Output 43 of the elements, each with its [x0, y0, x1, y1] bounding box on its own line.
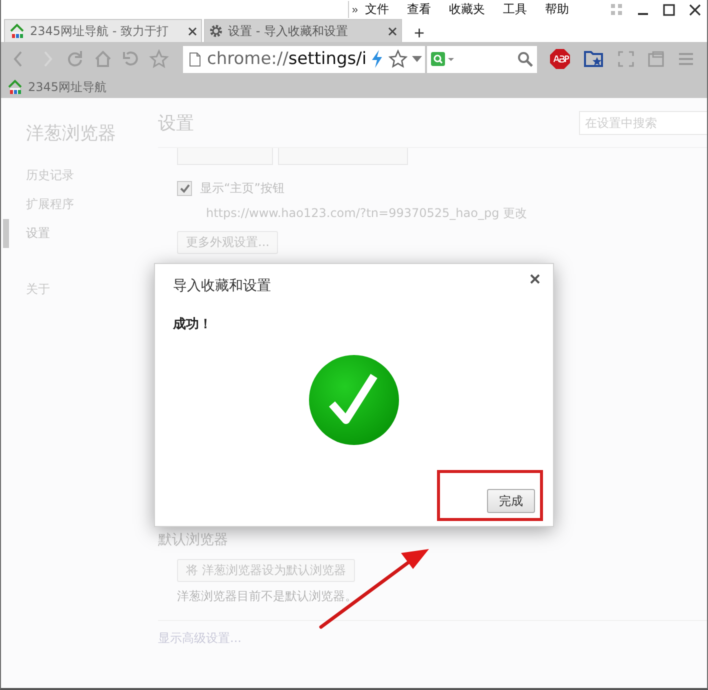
star-icon[interactable]: [149, 49, 169, 69]
browser-tab[interactable]: 2345网址导航 - 致力于打: [4, 19, 202, 42]
close-icon[interactable]: [388, 26, 397, 36]
checkbox[interactable]: [177, 181, 192, 196]
gear-icon: [209, 24, 223, 38]
new-tab-button[interactable]: +: [410, 24, 429, 42]
maximize-icon[interactable]: [663, 4, 675, 16]
menu-item[interactable]: 工具: [503, 1, 527, 18]
grid-icon[interactable]: [611, 4, 623, 16]
menu-item[interactable]: 查看: [407, 1, 431, 18]
dialog-title: 导入收藏和设置: [173, 277, 272, 295]
page-icon: [189, 52, 201, 66]
section-heading: 默认浏览器: [158, 531, 228, 549]
browser-tab[interactable]: 设置 - 导入收藏和设置: [204, 19, 402, 42]
menu-item[interactable]: 文件: [365, 1, 389, 18]
tab-title: 2345网址导航 - 致力于打: [30, 22, 170, 40]
status-note: 洋葱浏览器目前不是默认浏览器。: [177, 588, 357, 605]
lightning-icon[interactable]: [370, 49, 384, 69]
checkbox-label: 显示“主页”按钮: [200, 180, 284, 197]
check-icon: [180, 184, 190, 193]
home-url: https://www.hao123.com/?tn=99370525_hao_pg: [206, 206, 500, 220]
star-icon[interactable]: [388, 49, 408, 69]
close-icon[interactable]: [188, 26, 197, 36]
menu-item[interactable]: 收藏夹: [449, 1, 485, 18]
check-circle-icon: [308, 354, 400, 446]
overflow-button[interactable]: »: [348, 1, 361, 18]
success-message: 成功！: [173, 316, 213, 333]
search-icon[interactable]: [517, 51, 533, 67]
house-logo-icon: [7, 79, 23, 95]
adblock-icon[interactable]: [549, 48, 571, 70]
address-text: chrome://settings/i: [207, 49, 366, 69]
menu-item[interactable]: 帮助: [545, 1, 569, 18]
tab-title: 设置 - 导入收藏和设置: [228, 22, 349, 40]
folder-star-icon[interactable]: [583, 49, 605, 69]
house-logo-icon: [9, 23, 25, 39]
caret-icon[interactable]: [412, 56, 422, 62]
close-icon[interactable]: [530, 274, 540, 284]
search-engine-icon[interactable]: [431, 52, 455, 66]
close-icon[interactable]: [689, 4, 701, 16]
done-button[interactable]: 完成: [487, 489, 535, 513]
search-field[interactable]: [427, 46, 537, 72]
bookmark-item[interactable]: 2345网址导航: [7, 78, 107, 96]
address-bar[interactable]: chrome://settings/i: [183, 46, 425, 72]
